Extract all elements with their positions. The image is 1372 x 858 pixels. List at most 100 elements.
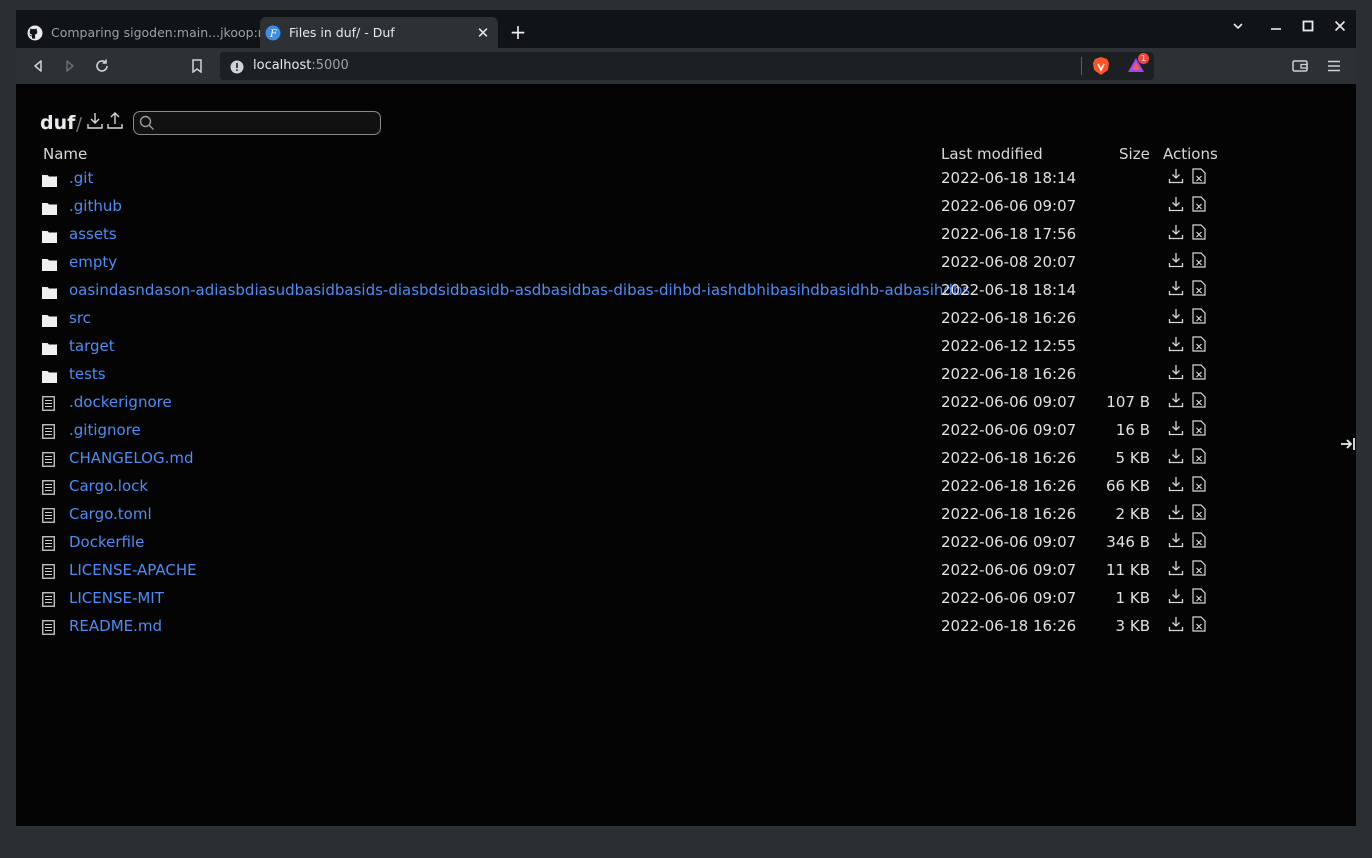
last-modified: 2022-06-18 16:26	[941, 505, 1077, 523]
download-icon[interactable]	[1168, 280, 1184, 296]
file-link[interactable]: Cargo.toml	[69, 505, 152, 523]
table-row: .dockerignore 2022-06-06 09:07 107 B	[16, 389, 1356, 417]
file-link[interactable]: tests	[69, 365, 106, 383]
file-link[interactable]: .github	[69, 197, 122, 215]
download-icon[interactable]	[1168, 196, 1184, 212]
file-icon	[42, 424, 55, 443]
download-folder-icon[interactable]	[86, 112, 104, 130]
tab-github-compare[interactable]: Comparing sigoden:main...jkoop:re	[22, 17, 260, 48]
download-icon[interactable]	[1168, 308, 1184, 324]
site-info-icon[interactable]	[230, 59, 244, 78]
column-header-last-modified[interactable]: Last modified	[941, 145, 1043, 163]
column-header-name[interactable]: Name	[43, 145, 87, 163]
bookmark-icon[interactable]	[187, 56, 207, 76]
wallet-icon[interactable]	[1290, 56, 1310, 76]
reload-icon[interactable]	[92, 56, 112, 76]
file-link[interactable]: assets	[69, 225, 117, 243]
delete-icon[interactable]	[1192, 168, 1208, 184]
file-link[interactable]: CHANGELOG.md	[69, 449, 194, 467]
download-icon[interactable]	[1168, 168, 1184, 184]
delete-icon[interactable]	[1192, 252, 1208, 268]
search-input[interactable]	[133, 111, 381, 135]
forward-icon[interactable]	[60, 56, 80, 76]
table-row: tests 2022-06-18 16:26	[16, 361, 1356, 389]
last-modified: 2022-06-06 09:07	[941, 393, 1077, 411]
delete-icon[interactable]	[1192, 280, 1208, 296]
download-icon[interactable]	[1168, 224, 1184, 240]
file-size: 107 B	[1106, 393, 1150, 411]
folder-icon	[42, 228, 57, 247]
address-bar[interactable]: localhost:5000 1	[220, 52, 1154, 80]
download-icon[interactable]	[1168, 392, 1184, 408]
delete-icon[interactable]	[1192, 392, 1208, 408]
table-row: Dockerfile 2022-06-06 09:07 346 B	[16, 529, 1356, 557]
download-icon[interactable]	[1168, 252, 1184, 268]
delete-icon[interactable]	[1192, 420, 1208, 436]
menu-icon[interactable]	[1324, 56, 1344, 76]
delete-icon[interactable]	[1192, 588, 1208, 604]
file-link[interactable]: target	[69, 337, 115, 355]
download-icon[interactable]	[1168, 476, 1184, 492]
tab-list-chevron-icon[interactable]	[1228, 20, 1248, 36]
delete-icon[interactable]	[1192, 504, 1208, 520]
download-icon[interactable]	[1168, 420, 1184, 436]
search-icon	[139, 115, 154, 130]
file-link[interactable]: Dockerfile	[69, 533, 144, 551]
file-link[interactable]: .dockerignore	[69, 393, 172, 411]
table-row: Cargo.toml 2022-06-18 16:26 2 KB	[16, 501, 1356, 529]
upload-icon[interactable]	[106, 112, 124, 130]
download-icon[interactable]	[1168, 616, 1184, 632]
delete-icon[interactable]	[1192, 196, 1208, 212]
table-row: .gitignore 2022-06-06 09:07 16 B	[16, 417, 1356, 445]
delete-icon[interactable]	[1192, 532, 1208, 548]
delete-icon[interactable]	[1192, 336, 1208, 352]
close-tab-icon[interactable]: ✕	[474, 24, 492, 42]
delete-icon[interactable]	[1192, 560, 1208, 576]
file-link[interactable]: LICENSE-MIT	[69, 589, 164, 607]
download-icon[interactable]	[1168, 532, 1184, 548]
sidebar-expand-icon[interactable]	[1340, 436, 1356, 456]
delete-icon[interactable]	[1192, 448, 1208, 464]
svg-text:F: F	[269, 29, 278, 40]
folder-icon	[42, 284, 57, 303]
file-link[interactable]: src	[69, 309, 91, 327]
file-icon	[42, 396, 55, 415]
column-header-size[interactable]: Size	[1119, 145, 1150, 163]
tab-duf-files[interactable]: F Files in duf/ - Duf ✕	[260, 17, 498, 48]
download-icon[interactable]	[1168, 588, 1184, 604]
download-icon[interactable]	[1168, 560, 1184, 576]
file-link[interactable]: .gitignore	[69, 421, 141, 439]
brave-shields-icon[interactable]	[1092, 56, 1110, 80]
download-icon[interactable]	[1168, 364, 1184, 380]
delete-icon[interactable]	[1192, 224, 1208, 240]
last-modified: 2022-06-18 16:26	[941, 365, 1077, 383]
close-window-icon[interactable]	[1330, 20, 1350, 36]
folder-icon	[42, 312, 57, 331]
delete-icon[interactable]	[1192, 364, 1208, 380]
file-link[interactable]: oasindasndason-adiasbdiasudbasidbasids-d…	[69, 281, 970, 299]
new-tab-button[interactable]: +	[508, 22, 528, 42]
rewards-badge: 1	[1138, 53, 1149, 64]
download-icon[interactable]	[1168, 448, 1184, 464]
maximize-icon[interactable]	[1298, 20, 1318, 36]
download-icon[interactable]	[1168, 504, 1184, 520]
file-link[interactable]: .git	[69, 169, 93, 187]
last-modified: 2022-06-08 20:07	[941, 253, 1077, 271]
minimize-icon[interactable]	[1266, 20, 1286, 36]
file-size: 11 KB	[1106, 561, 1150, 579]
url-host: localhost	[253, 58, 312, 73]
table-row: empty 2022-06-08 20:07	[16, 249, 1356, 277]
folder-icon	[42, 368, 57, 387]
file-link[interactable]: README.md	[69, 617, 162, 635]
delete-icon[interactable]	[1192, 476, 1208, 492]
file-link[interactable]: LICENSE-APACHE	[69, 561, 197, 579]
file-link[interactable]: Cargo.lock	[69, 477, 148, 495]
file-link[interactable]: empty	[69, 253, 117, 271]
back-icon[interactable]	[28, 56, 48, 76]
delete-icon[interactable]	[1192, 308, 1208, 324]
breadcrumb-root[interactable]: duf	[40, 112, 75, 134]
download-icon[interactable]	[1168, 336, 1184, 352]
delete-icon[interactable]	[1192, 616, 1208, 632]
last-modified: 2022-06-18 16:26	[941, 449, 1077, 467]
last-modified: 2022-06-06 09:07	[941, 533, 1077, 551]
